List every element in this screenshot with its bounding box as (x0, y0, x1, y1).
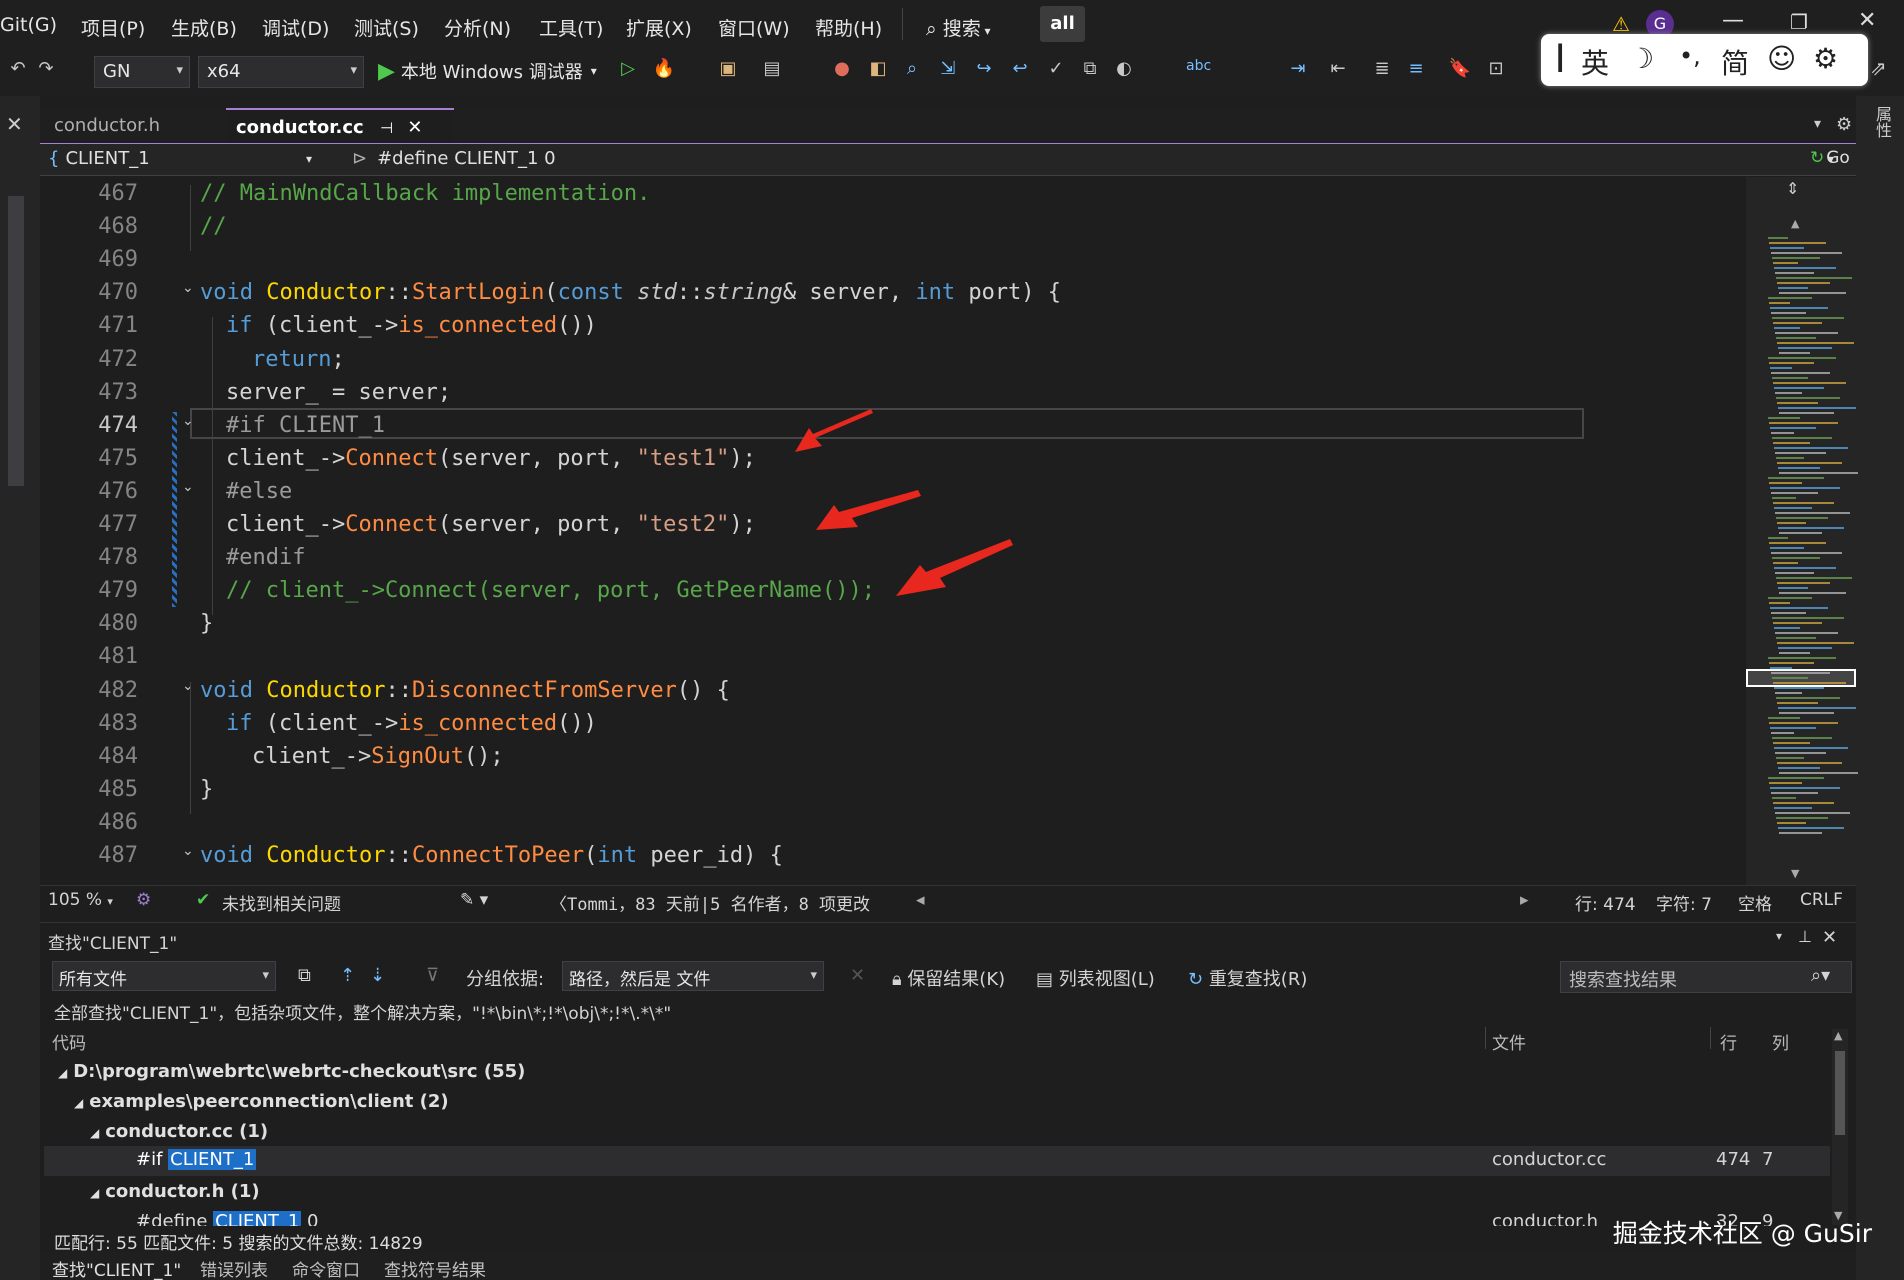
watermark: 掘金技术社区 @ GuSir (1612, 1219, 1872, 1248)
red-arrow-annotation (896, 539, 1013, 596)
red-arrow-annotation (795, 409, 873, 452)
annotation-arrows (795, 409, 1013, 596)
red-arrow-annotation (816, 490, 921, 530)
